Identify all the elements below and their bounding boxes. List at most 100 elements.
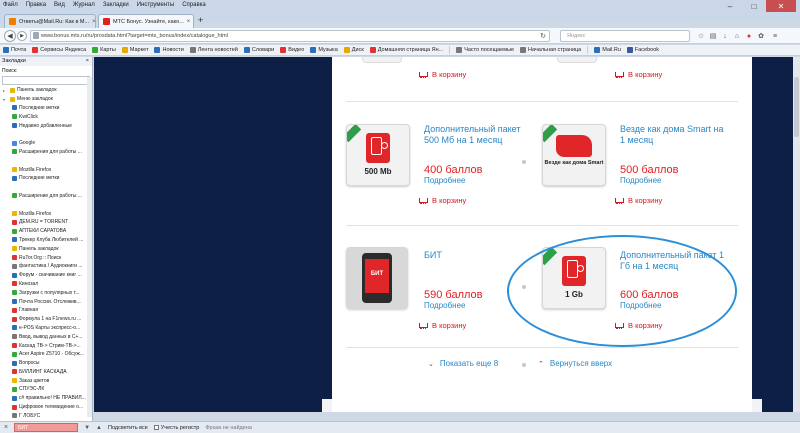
product-name[interactable]: Везде как дома Smart на 1 месяц — [620, 124, 730, 146]
menu-item[interactable]: Правка — [25, 2, 47, 8]
back-button[interactable]: ◀ — [4, 30, 16, 42]
bookmark-item[interactable]: c# правильно! НЕ ПРАВИЛ... — [0, 394, 92, 403]
bookmark-item[interactable]: Форум - скачивание книг ... — [0, 271, 92, 280]
twisty-icon[interactable]: ▾ — [3, 97, 8, 102]
bookmark-toolbar-item[interactable]: Почта — [3, 47, 26, 53]
star-icon[interactable]: ☆ — [696, 31, 706, 41]
bookmark-item[interactable]: Г ЛОБУС — [0, 411, 92, 420]
new-tab-button[interactable]: + — [198, 15, 203, 25]
reload-icon[interactable]: ↻ — [538, 31, 548, 41]
bookmark-toolbar-item[interactable]: Часто посещаемые — [456, 47, 514, 53]
menu-item[interactable]: Инструменты — [136, 2, 175, 8]
bookmark-item[interactable]: Формула 1 на F1news.ru ... — [0, 315, 92, 324]
bookmark-item[interactable]: СПУЭС-ЛК — [0, 385, 92, 394]
bookmark-item[interactable]: Вопросы — [0, 359, 92, 368]
add-to-cart-button[interactable]: В корзину — [614, 70, 662, 79]
bookmark-item[interactable]: Последние метки — [0, 104, 92, 113]
menu-item[interactable]: Файл — [2, 2, 19, 8]
product-image-smart[interactable]: Везде как дома Smart — [542, 124, 606, 186]
bookmark-toolbar-item[interactable]: Новости — [154, 47, 184, 53]
add-to-cart-button[interactable]: В корзину — [614, 196, 662, 205]
bookmark-item[interactable]: Кинозал — [0, 280, 92, 289]
adblock-icon[interactable]: ● — [744, 31, 754, 41]
download-icon[interactable]: ↓ — [720, 31, 730, 41]
bookmark-item[interactable]: Последние метки — [0, 174, 92, 183]
add-to-cart-button[interactable]: В корзину — [418, 196, 466, 205]
bookmark-toolbar-item[interactable]: Facebook — [626, 47, 659, 53]
search-input[interactable]: Яндекс — [560, 30, 690, 42]
bookmark-item[interactable]: Главная — [0, 306, 92, 315]
page-scrollbar[interactable] — [793, 57, 800, 412]
more-link[interactable]: Подробнее — [424, 176, 466, 185]
bookmark-item[interactable]: Каскад ТВ-> Стрим-ТВ->... — [0, 341, 92, 350]
bookmark-item[interactable]: Недавно добавленные — [0, 121, 92, 130]
site-identity-icon[interactable] — [33, 32, 39, 39]
bookmark-toolbar-item[interactable]: Mail.Ru — [594, 47, 621, 53]
find-input[interactable]: БИТ — [14, 423, 79, 432]
menu-item[interactable]: Закладки — [102, 2, 130, 8]
sidebar-close-icon[interactable]: × — [86, 57, 92, 66]
bookmark-item[interactable]: RuTor.Org :: Поиск — [0, 253, 92, 262]
bookmark-item[interactable]: Панель закладок — [0, 244, 92, 253]
bookmark-item[interactable]: БИЛЛИНГ КАСКАДА — [0, 368, 92, 377]
window-close-button[interactable]: ✕ — [766, 0, 796, 12]
product-image-bit[interactable]: БИТ — [346, 247, 408, 309]
url-input[interactable]: www.bonus.mts.ru/ru/prosdata.html?target… — [30, 30, 550, 42]
product-name[interactable]: БИТ — [424, 250, 524, 261]
more-link[interactable]: Подробнее — [424, 301, 466, 310]
menu-item[interactable]: Справка — [181, 2, 207, 8]
bookmark-item[interactable]: фантастика / Аудиокниги ... — [0, 262, 92, 271]
maximize-button[interactable]: □ — [742, 0, 766, 12]
bookmark-item[interactable]: KwiClick — [0, 112, 92, 121]
close-find-icon[interactable]: × — [4, 424, 8, 431]
bookmark-item[interactable]: Загрузки с популярных т... — [0, 288, 92, 297]
close-tab-icon[interactable]: × — [92, 19, 95, 25]
library-icon[interactable]: ▤ — [708, 31, 718, 41]
back-to-top-button[interactable]: ⌃ Вернуться вверх — [538, 359, 612, 368]
bookmark-toolbar-item[interactable]: Видео — [280, 47, 304, 53]
minimize-button[interactable]: – — [718, 0, 742, 12]
menu-item[interactable]: Журнал — [72, 2, 96, 8]
find-prev-icon[interactable]: ▲ — [96, 425, 102, 431]
twisty-icon[interactable]: ▸ — [3, 88, 8, 93]
bookmark-item[interactable]: Acer Aspire Z5710 - Обсуж... — [0, 350, 92, 359]
bookmark-item[interactable]: ДЕМ.RU = TORRENT — [0, 218, 92, 227]
bookmark-toolbar-item[interactable]: Диск — [343, 47, 364, 53]
tab-mts-bonus[interactable]: МТС Бонус. Узнайте, како... × — [98, 14, 194, 28]
bookmark-toolbar-item[interactable]: Сервисы Яндекса — [32, 47, 86, 53]
bookmark-item[interactable]: Заказ цветов — [0, 376, 92, 385]
menu-item[interactable]: Вид — [53, 2, 66, 8]
bookmark-item[interactable]: Цифровое телевидение о... — [0, 403, 92, 412]
bookmark-item[interactable]: ▸ Панель закладок — [0, 86, 92, 95]
bookmark-item[interactable]: Ввод, вывод данных в С+... — [0, 332, 92, 341]
sidebar-scrollbar[interactable] — [87, 77, 92, 417]
forward-button[interactable]: ▶ — [17, 31, 27, 41]
bookmark-item[interactable]: e-POS Карты экспресс-о... — [0, 324, 92, 333]
bookmark-toolbar-item[interactable]: Карты — [92, 47, 116, 53]
menu-icon[interactable]: ≡ — [770, 31, 780, 41]
scrollbar-thumb[interactable] — [794, 77, 799, 137]
match-case-checkbox[interactable]: Учесть регистр — [153, 425, 199, 431]
home-icon[interactable]: ⌂ — [732, 31, 742, 41]
product-name[interactable]: Дополнительный пакет 500 Мб на 1 месяц — [424, 124, 528, 146]
bookmark-item[interactable]: ▾ Меню закладок — [0, 95, 92, 104]
add-to-cart-button[interactable]: В корзину — [418, 70, 466, 79]
highlight-all-button[interactable]: Подсветить все — [108, 425, 148, 431]
bookmark-item[interactable]: Почта России. Отслежив... — [0, 297, 92, 306]
bookmark-toolbar-item[interactable]: Словари — [243, 47, 274, 53]
more-link[interactable]: Подробнее — [620, 176, 662, 185]
sidebar-search-input[interactable] — [2, 76, 90, 85]
bookmark-item[interactable]: Трекер Клуба Любителей ... — [0, 236, 92, 245]
close-tab-icon[interactable]: × — [187, 19, 191, 25]
find-next-icon[interactable]: ▼ — [84, 425, 90, 431]
bookmark-item[interactable]: Mozilla Firefox — [0, 165, 92, 174]
add-to-cart-button[interactable]: В корзину — [418, 321, 466, 330]
bookmark-item[interactable]: АПТЕКИ САРАТОВА — [0, 227, 92, 236]
bookmark-item[interactable]: Расширения для работы ... — [0, 148, 92, 157]
addon-icon[interactable]: ✿ — [756, 31, 766, 41]
bookmark-toolbar-item[interactable]: Музыка — [310, 47, 338, 53]
bookmark-toolbar-item[interactable]: Маркет — [121, 47, 148, 53]
bookmark-item[interactable]: Расширение для работы ... — [0, 192, 92, 201]
bookmark-item[interactable]: Google — [0, 139, 92, 148]
bookmark-item[interactable]: Mozilla Firefox — [0, 209, 92, 218]
